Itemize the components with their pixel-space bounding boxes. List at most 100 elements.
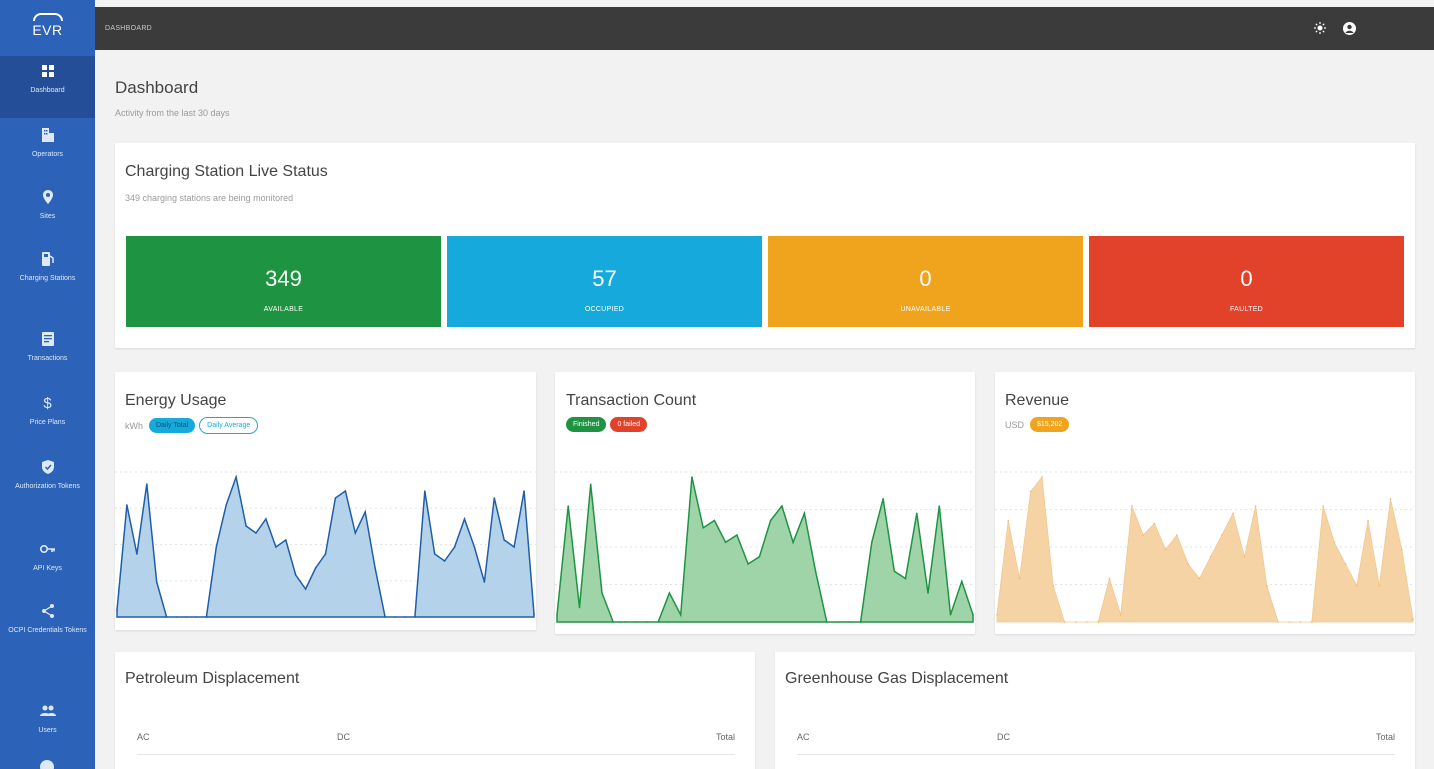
- daily-total-badge[interactable]: Daily Total: [149, 418, 196, 433]
- tile-label: OCCUPIED: [584, 306, 625, 313]
- data-point: [1367, 519, 1369, 522]
- sidebar-item-operators[interactable]: Operators: [0, 120, 95, 178]
- greenhouse-displacement-card: Greenhouse Gas Displacement AC DC Total: [775, 652, 1415, 769]
- data-point: [1344, 563, 1347, 565]
- data-point: [1176, 534, 1178, 536]
- data-point: [235, 476, 237, 478]
- sidebar-item-authorization-tokens[interactable]: Authorization Tokens: [0, 452, 95, 528]
- greenhouse-title: Greenhouse Gas Displacement: [785, 670, 1009, 687]
- sidebar-item-price-plans[interactable]: $ Price Plans: [0, 388, 95, 446]
- energy-unit: kWh: [125, 420, 143, 431]
- data-point: [837, 621, 839, 623]
- topbar: DASHBOARD: [95, 7, 1434, 50]
- sidebar-item-sites[interactable]: Sites: [0, 182, 95, 240]
- occupied-tile[interactable]: 57 OCCUPIED: [447, 236, 762, 327]
- daily-average-badge[interactable]: Daily Average: [199, 417, 259, 434]
- data-point: [803, 512, 806, 515]
- map-pin-icon: [39, 188, 57, 206]
- petroleum-displacement-card: Petroleum Displacement AC DC Total: [115, 652, 755, 769]
- data-point: [195, 616, 198, 618]
- sidebar-item-charging-stations[interactable]: Charging Stations: [0, 244, 95, 320]
- tile-label: FAULTED: [1229, 306, 1264, 313]
- data-point: [225, 504, 228, 506]
- data-point: [882, 497, 884, 500]
- key-icon: [39, 540, 57, 558]
- sidebar-item-users[interactable]: Users: [0, 696, 95, 746]
- data-point: [473, 546, 476, 548]
- col-ac: AC: [137, 732, 337, 755]
- data-point: [713, 519, 716, 522]
- data-point: [443, 560, 446, 562]
- data-point: [145, 483, 148, 485]
- sidebar-item-transactions[interactable]: Transactions: [0, 324, 95, 382]
- data-point: [848, 621, 851, 623]
- revenue-unit: USD: [1005, 419, 1025, 430]
- evr-logo[interactable]: EVR: [0, 0, 95, 50]
- shield-icon: [39, 458, 57, 476]
- data-point: [1086, 621, 1088, 623]
- data-point: [938, 505, 941, 507]
- data-point: [1018, 577, 1021, 580]
- col-dc: DC: [337, 732, 499, 755]
- theme-toggle-icon[interactable]: [1312, 20, 1328, 36]
- data-point: [949, 613, 952, 616]
- data-point: [634, 621, 637, 623]
- data-point: [1412, 618, 1414, 620]
- data-point: [1097, 621, 1099, 623]
- share-icon: [39, 602, 57, 620]
- revenue-total-badge[interactable]: $15,202: [1030, 417, 1070, 432]
- energy-title: Energy Usage: [125, 392, 227, 409]
- data-point: [165, 616, 168, 618]
- data-point: [394, 616, 396, 618]
- data-point: [702, 526, 704, 529]
- transaction-count-card: Transaction Count Finished 0 failed: [555, 372, 975, 634]
- col-total: Total: [498, 732, 735, 755]
- data-point: [1232, 512, 1234, 515]
- sidebar-item-ocpi-credentials-tokens[interactable]: OCPI Credentials Tokens: [0, 596, 95, 692]
- data-point: [1209, 555, 1212, 558]
- data-point: [893, 570, 896, 573]
- data-point: [556, 613, 558, 616]
- data-point: [433, 553, 436, 555]
- data-point: [792, 541, 794, 544]
- dashboard-icon: [39, 62, 57, 80]
- faulted-tile[interactable]: 0 FAULTED: [1089, 236, 1404, 327]
- tile-value: 57: [592, 266, 617, 291]
- series-area: [996, 475, 1414, 623]
- data-point: [1333, 541, 1336, 544]
- data-point: [1311, 621, 1313, 623]
- logo-text: EVR: [32, 21, 63, 38]
- col-ac: AC: [797, 732, 997, 755]
- unavailable-tile[interactable]: 0 UNAVAILABLE: [768, 236, 1083, 327]
- data-point: [972, 613, 974, 616]
- sidebar-item-label: API Keys: [33, 565, 62, 572]
- data-point: [781, 505, 783, 507]
- breadcrumb[interactable]: DASHBOARD: [105, 25, 152, 32]
- data-point: [927, 592, 929, 594]
- sidebar-item-dashboard[interactable]: Dashboard: [0, 56, 95, 118]
- data-point: [493, 497, 496, 499]
- page-title: Dashboard: [115, 78, 199, 97]
- data-point: [1299, 621, 1302, 623]
- data-point: [814, 570, 817, 573]
- data-point: [414, 616, 416, 618]
- dollar-icon: $: [43, 394, 52, 412]
- data-point: [453, 546, 456, 548]
- available-tile[interactable]: 349 AVAILABLE: [126, 236, 441, 327]
- more-nav-icon[interactable]: [40, 760, 54, 769]
- sidebar-item-api-keys[interactable]: API Keys: [0, 534, 95, 592]
- col-total: Total: [1158, 732, 1395, 755]
- data-point: [747, 563, 749, 565]
- account-icon[interactable]: [1341, 20, 1357, 36]
- data-point: [1063, 621, 1066, 623]
- data-point: [1142, 534, 1144, 536]
- data-point: [1277, 621, 1279, 623]
- data-point: [1119, 613, 1122, 616]
- data-point: [364, 511, 367, 513]
- data-point: [859, 621, 862, 623]
- data-point: [915, 512, 918, 515]
- finished-badge[interactable]: Finished: [566, 417, 607, 432]
- failed-badge[interactable]: 0 failed: [610, 417, 648, 432]
- data-point: [513, 546, 515, 548]
- data-point: [601, 592, 603, 594]
